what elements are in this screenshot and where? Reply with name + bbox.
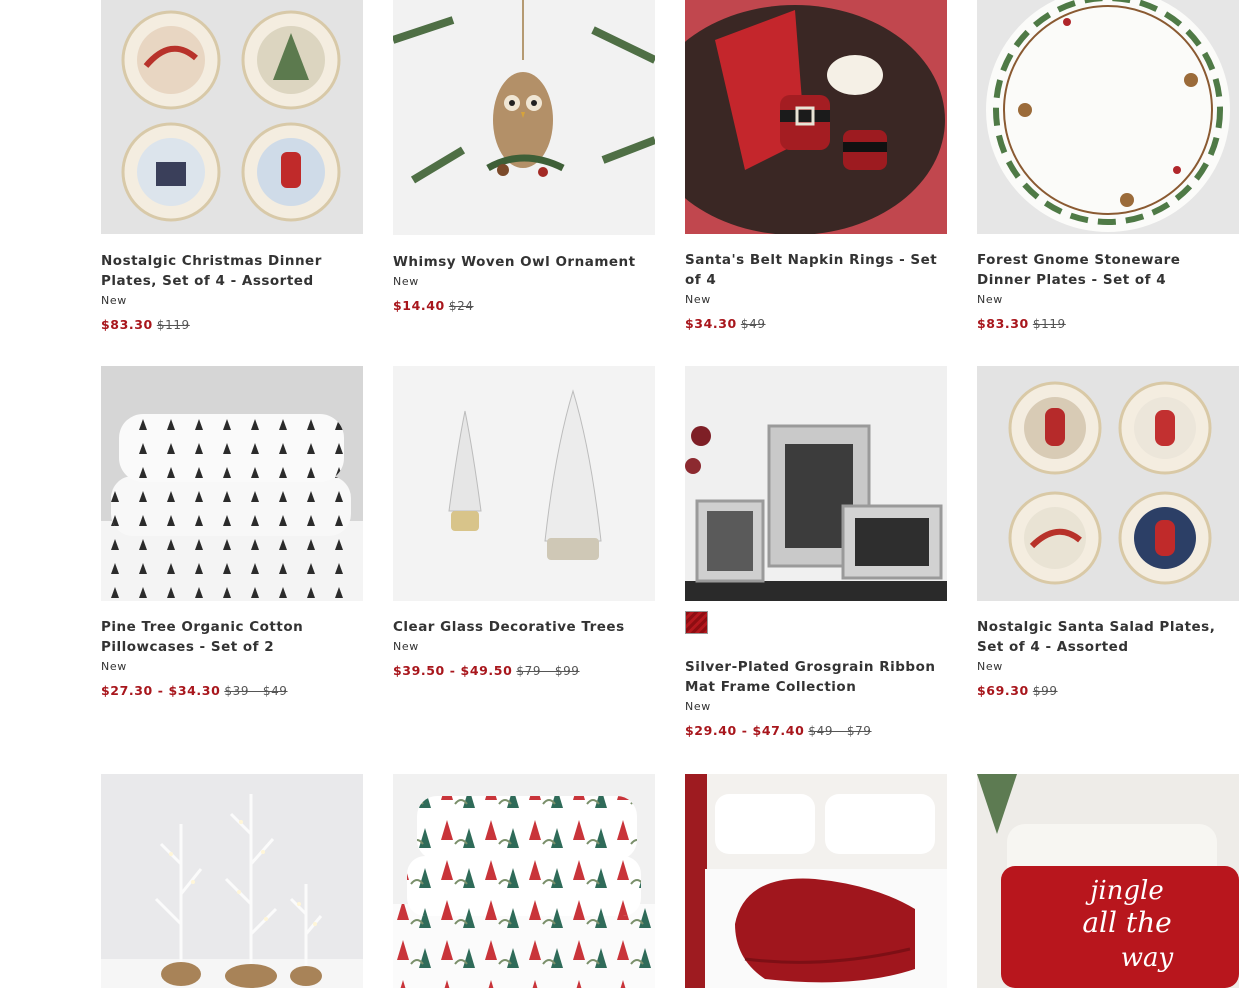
new-badge: New [393,640,419,653]
pillow-text-line-1: jingle [1085,876,1163,906]
original-price: $49 - $79 [808,724,872,738]
product-price: $83.30 $119 [101,317,363,333]
product-image-napkin-rings[interactable] [685,0,947,234]
product-card[interactable] [101,774,363,988]
sale-price: $29.40 - $47.40 [685,723,805,738]
product-card[interactable]: Clear Glass Decorative Trees New $39.50 … [393,366,655,679]
product-card[interactable]: Whimsy Woven Owl Ornament New $14.40 $24 [393,0,655,314]
product-image-christmas-dinner-plates[interactable] [101,0,363,234]
product-card[interactable] [685,774,947,988]
product-image-glass-trees[interactable] [393,366,655,601]
sale-price: $69.30 [977,683,1029,698]
product-price: $83.30 $119 [977,316,1239,332]
product-name[interactable]: Forest Gnome Stoneware Dinner Plates - S… [977,250,1239,290]
product-image-pine-tree-pillowcases[interactable] [101,366,363,601]
new-badge: New [977,293,1003,306]
product-card[interactable]: Forest Gnome Stoneware Dinner Plates - S… [977,0,1239,332]
new-badge: New [685,700,711,713]
product-image-forest-gnome-plates[interactable] [977,0,1239,234]
product-image-lit-twig-trees[interactable] [101,774,363,988]
original-price: $49 [740,317,766,331]
product-image-jingle-pillow[interactable]: jingle all the way [977,774,1239,988]
product-name[interactable]: Pine Tree Organic Cotton Pillowcases - S… [101,617,363,657]
product-price: $34.30 $49 [685,316,947,332]
product-card[interactable]: jingle all the way [977,774,1239,988]
product-name[interactable]: Nostalgic Santa Salad Plates, Set of 4 -… [977,617,1239,657]
pillow-text-line-2: all the [1082,906,1171,939]
new-badge: New [101,660,127,673]
original-price: $39 - $49 [224,684,288,698]
product-image-gnome-sheet-set[interactable] [393,774,655,988]
product-card[interactable]: Santa's Belt Napkin Rings - Set of 4 New… [685,0,947,332]
product-card[interactable]: Silver-Plated Grosgrain Ribbon Mat Frame… [685,366,947,739]
original-price: $119 [1032,317,1066,331]
original-price: $99 [1032,684,1058,698]
product-image-santa-salad-plates[interactable] [977,366,1239,601]
product-price: $29.40 - $47.40 $49 - $79 [685,723,947,739]
product-card[interactable]: Nostalgic Christmas Dinner Plates, Set o… [101,0,363,333]
color-swatch-red[interactable] [685,611,708,634]
product-name[interactable]: Silver-Plated Grosgrain Ribbon Mat Frame… [685,657,947,697]
product-price: $39.50 - $49.50 $79 - $99 [393,663,655,679]
product-price: $27.30 - $34.30 $39 - $49 [101,683,363,699]
product-image-red-throw-blanket[interactable] [685,774,947,988]
product-name[interactable]: Whimsy Woven Owl Ornament [393,252,655,272]
original-price: $79 - $99 [516,664,580,678]
product-price: $14.40 $24 [393,298,655,314]
sale-price: $34.30 [685,316,737,331]
product-card[interactable]: Pine Tree Organic Cotton Pillowcases - S… [101,366,363,699]
product-image-silver-frames[interactable] [685,366,947,601]
original-price: $119 [156,318,190,332]
sale-price: $39.50 - $49.50 [393,663,513,678]
sale-price: $83.30 [977,316,1029,331]
product-image-owl-ornament[interactable] [393,0,655,235]
pillow-text-line-3: way [1121,943,1174,973]
product-name[interactable]: Nostalgic Christmas Dinner Plates, Set o… [101,251,363,291]
new-badge: New [101,294,127,307]
sale-price: $14.40 [393,298,445,313]
product-name[interactable]: Clear Glass Decorative Trees [393,617,655,637]
product-name[interactable]: Santa's Belt Napkin Rings - Set of 4 [685,250,947,290]
sale-price: $83.30 [101,317,153,332]
product-price: $69.30 $99 [977,683,1239,699]
sale-price: $27.30 - $34.30 [101,683,221,698]
original-price: $24 [448,299,474,313]
product-card[interactable] [393,774,655,988]
product-card[interactable]: Nostalgic Santa Salad Plates, Set of 4 -… [977,366,1239,699]
new-badge: New [977,660,1003,673]
new-badge: New [393,275,419,288]
new-badge: New [685,293,711,306]
